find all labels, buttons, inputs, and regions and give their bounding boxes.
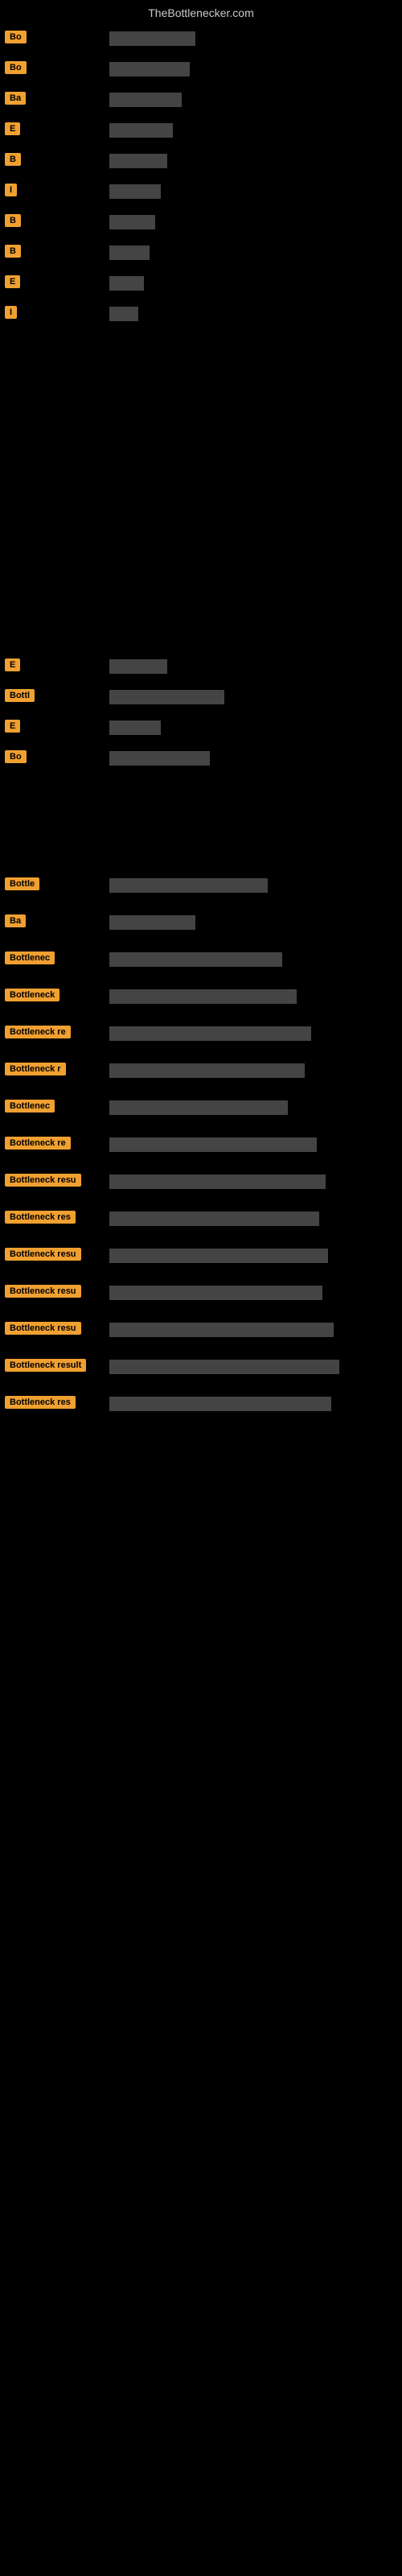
site-title-text: TheBottlenecker.com [148,6,254,19]
orange-badge[interactable]: Bottl [5,689,35,702]
orange-badge[interactable]: Bottleneck [5,989,59,1001]
list-item: Bottleneck resu [0,1278,402,1307]
list-item: I [0,177,402,206]
orange-badge[interactable]: Bottleneck re [5,1137,71,1150]
list-item: Bottleneck [0,982,402,1011]
orange-badge[interactable]: Bottleneck resu [5,1174,81,1187]
orange-badge[interactable]: Bottle [5,877,39,890]
orange-badge[interactable]: B [5,245,21,258]
list-item: Bottleneck resu [0,1241,402,1270]
list-item: Bottleneck resu [0,1167,402,1196]
list-item: E [0,713,402,742]
list-item: Bottlenec [0,945,402,974]
list-item: Bottleneck resu [0,1315,402,1344]
orange-badge[interactable]: Bottleneck res [5,1211,76,1224]
orange-badge[interactable]: E [5,658,20,671]
orange-badge[interactable]: Bottlenec [5,952,55,964]
orange-badge[interactable]: Ba [5,92,26,105]
list-item: E [0,652,402,681]
list-item: B [0,238,402,267]
orange-badge[interactable]: Bottleneck re [5,1026,71,1038]
orange-badge[interactable]: Bottleneck result [5,1359,86,1372]
orange-badge[interactable]: Bo [5,750,27,763]
orange-badge[interactable]: E [5,122,20,135]
orange-badge[interactable]: E [5,720,20,733]
list-item: Bottl [0,683,402,712]
list-item: Ba [0,85,402,114]
orange-badge[interactable]: Bottleneck resu [5,1285,81,1298]
list-item: Bottlenec [0,1093,402,1122]
orange-badge[interactable]: I [5,306,17,319]
list-item: Bo [0,55,402,84]
list-item: Bottleneck re [0,1019,402,1048]
orange-badge[interactable]: Bo [5,31,27,43]
list-item: Bottleneck res [0,1389,402,1418]
list-item: E [0,116,402,145]
list-item: Bottleneck result [0,1352,402,1381]
list-item: I [0,299,402,328]
list-item: Bottleneck res [0,1204,402,1233]
orange-badge[interactable]: Bottleneck resu [5,1248,81,1261]
orange-badge[interactable]: I [5,184,17,196]
site-title: TheBottlenecker.com [0,0,402,23]
orange-badge[interactable]: B [5,214,21,227]
list-item: Bo [0,24,402,53]
list-item: Bottleneck r [0,1056,402,1085]
orange-badge[interactable]: Bo [5,61,27,74]
list-item: B [0,147,402,175]
orange-badge[interactable]: Ba [5,914,26,927]
list-item: Bo [0,744,402,773]
list-item: Ba [0,908,402,937]
orange-badge[interactable]: Bottlenec [5,1100,55,1113]
orange-badge[interactable]: Bottleneck resu [5,1322,81,1335]
list-item: B [0,208,402,237]
list-item: Bottleneck re [0,1130,402,1159]
list-item: Bottle [0,871,402,900]
list-item: E [0,269,402,298]
orange-badge[interactable]: Bottleneck r [5,1063,66,1075]
orange-badge[interactable]: E [5,275,20,288]
orange-badge[interactable]: B [5,153,21,166]
orange-badge[interactable]: Bottleneck res [5,1396,76,1409]
